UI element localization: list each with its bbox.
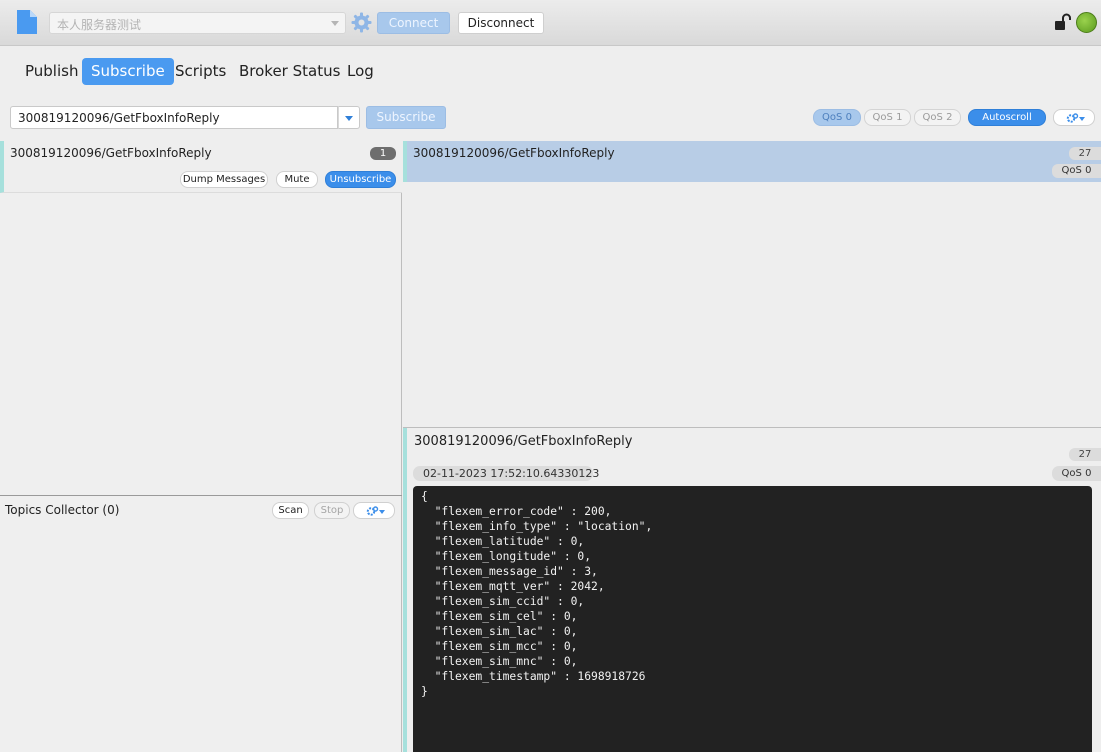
tab-subscribe[interactable]: Subscribe bbox=[82, 58, 174, 85]
connection-status-icon bbox=[1076, 12, 1097, 33]
connection-profile-value: 本人服务器测试 bbox=[57, 18, 142, 32]
gear-dropdown-icon bbox=[366, 506, 385, 516]
subscriptions-panel bbox=[0, 141, 402, 495]
view-options-button[interactable] bbox=[1053, 109, 1095, 126]
mute-button[interactable]: Mute bbox=[276, 171, 318, 188]
stop-button[interactable]: Stop bbox=[314, 502, 350, 519]
unsubscribe-button[interactable]: Unsubscribe bbox=[325, 171, 396, 188]
tab-log[interactable]: Log bbox=[338, 58, 383, 85]
scan-button[interactable]: Scan bbox=[272, 502, 309, 519]
subscription-topic: 300819120096/GetFboxInfoReply bbox=[10, 146, 212, 160]
connect-button[interactable]: Connect bbox=[377, 12, 450, 34]
qos-1-button[interactable]: QoS 1 bbox=[864, 109, 911, 126]
gear-icon[interactable] bbox=[351, 12, 372, 33]
message-topic: 300819120096/GetFboxInfoReply bbox=[413, 146, 615, 160]
message-number: 27 bbox=[1069, 147, 1101, 160]
qos-0-button[interactable]: QoS 0 bbox=[813, 109, 861, 126]
dump-messages-button[interactable]: Dump Messages bbox=[180, 171, 268, 188]
subscribe-button[interactable]: Subscribe bbox=[366, 106, 446, 129]
subscription-message-count: 1 bbox=[370, 147, 396, 160]
topics-collector-title: Topics Collector (0) bbox=[5, 503, 120, 517]
unlock-icon bbox=[1054, 13, 1072, 31]
chevron-down-icon bbox=[331, 21, 339, 26]
gear-dropdown-icon bbox=[1066, 113, 1085, 123]
panel-divider[interactable] bbox=[0, 495, 402, 496]
disconnect-button[interactable]: Disconnect bbox=[458, 12, 544, 34]
topic-history-dropdown[interactable] bbox=[338, 106, 360, 129]
message-list bbox=[403, 141, 1101, 427]
connection-profile-select[interactable]: 本人服务器测试 bbox=[49, 12, 346, 34]
tab-publish[interactable]: Publish bbox=[16, 58, 87, 85]
detail-message-number: 27 bbox=[1069, 448, 1101, 461]
detail-topic: 300819120096/GetFboxInfoReply bbox=[414, 434, 633, 449]
autoscroll-button[interactable]: Autoscroll bbox=[968, 109, 1046, 126]
message-qos: QoS 0 bbox=[1052, 164, 1101, 178]
topics-collector-panel bbox=[0, 496, 402, 752]
document-icon bbox=[17, 10, 37, 34]
detail-qos: QoS 0 bbox=[1052, 466, 1101, 481]
tab-broker-status[interactable]: Broker Status bbox=[230, 58, 349, 85]
detail-timestamp: 02-11-2023 17:52:10.64330123 bbox=[413, 466, 599, 481]
message-payload[interactable]: { "flexem_error_code" : 200, "flexem_inf… bbox=[413, 486, 1092, 752]
topic-input[interactable]: 300819120096/GetFboxInfoReply bbox=[10, 106, 338, 129]
chevron-down-icon bbox=[345, 116, 353, 121]
collector-options-button[interactable] bbox=[353, 502, 395, 519]
qos-2-button[interactable]: QoS 2 bbox=[914, 109, 961, 126]
tab-scripts[interactable]: Scripts bbox=[166, 58, 235, 85]
